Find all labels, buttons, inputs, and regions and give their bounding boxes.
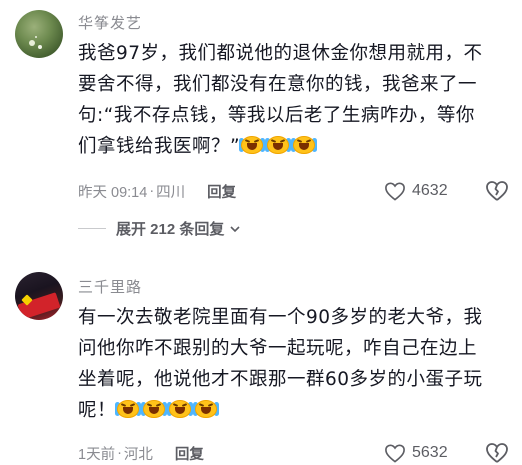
- broken-heart-icon[interactable]: [485, 179, 509, 203]
- comment-line: 呢！: [78, 400, 117, 421]
- comment-time: 昨天 09:14: [78, 184, 148, 201]
- comment-text: 有一次去敬老院里面有一个90多岁的老大爷，我 问他你咋不跟别的大爷一起玩呢，咋自…: [78, 302, 510, 426]
- comment-time: 1天前: [78, 446, 116, 463]
- expand-divider: [78, 228, 106, 229]
- heart-outline-icon: [385, 182, 405, 201]
- comment-username[interactable]: 三千里路: [78, 276, 142, 297]
- crying-laughing-emoji: [115, 398, 142, 420]
- reply-button[interactable]: 回复: [175, 443, 204, 464]
- emoji-group: [239, 134, 318, 157]
- like-count: 5632: [412, 444, 448, 461]
- comment-line: 我爸97岁，我们都说他的退休金你想用就用，不: [78, 43, 483, 64]
- comment-line: 有一次去敬老院里面有一个90多岁的老大爷，我: [78, 307, 483, 328]
- crying-laughing-emoji: [167, 398, 194, 420]
- comment-meta: 昨天 09:14 · 四川 回复: [78, 180, 236, 202]
- chevron-down-icon: [230, 225, 240, 232]
- heart-outline-icon: [385, 444, 405, 463]
- comment-text: 我爸97岁，我们都说他的退休金你想用就用，不 要舍不得，我们都没有在意你的钱，我…: [78, 38, 510, 162]
- comment-line: 坐着呢，他说他才不跟那一群60多岁的小蛋子玩: [78, 369, 483, 390]
- comment-line: 句:“我不存点钱，等我以后老了生病咋办，等你: [78, 105, 475, 126]
- like-count: 4632: [412, 182, 448, 199]
- like-button[interactable]: 5632: [384, 442, 448, 464]
- comment-location: 四川: [156, 184, 186, 201]
- avatar[interactable]: [15, 272, 63, 320]
- comment-item: 华筝发艺 我爸97岁，我们都说他的退休金你想用就用，不 要舍不得，我们都没有在意…: [0, 0, 522, 252]
- comment-location: 河北: [123, 446, 153, 463]
- expand-replies-button[interactable]: 展开 212 条回复: [78, 218, 242, 239]
- broken-heart-icon[interactable]: [485, 441, 509, 465]
- crying-laughing-emoji: [291, 134, 318, 156]
- comment-meta: 1天前 · 河北 回复: [78, 442, 204, 464]
- expand-label: 展开 212 条回复: [116, 221, 225, 238]
- comment-line-last: 们拿钱给我医啊？”: [78, 131, 510, 162]
- avatar-image: [29, 40, 35, 46]
- meta-separator: ·: [117, 445, 122, 461]
- meta-separator: ·: [149, 183, 155, 199]
- avatar[interactable]: [15, 10, 63, 58]
- comment-username[interactable]: 华筝发艺: [78, 12, 142, 33]
- comment-line: 要舍不得，我们都没有在意你的钱，我爸来了一: [78, 74, 478, 95]
- emoji-group: [115, 398, 220, 421]
- crying-laughing-emoji: [141, 398, 168, 420]
- crying-laughing-emoji: [193, 398, 220, 420]
- comment-line: 问他你咋不跟别的大爷一起玩呢，咋自己在边上: [78, 338, 478, 359]
- like-button[interactable]: 4632: [384, 180, 448, 202]
- reply-button[interactable]: 回复: [207, 181, 236, 202]
- comment-line-last: 呢！: [78, 395, 510, 426]
- crying-laughing-emoji: [239, 134, 266, 156]
- crying-laughing-emoji: [265, 134, 292, 156]
- comment-item: 三千里路 有一次去敬老院里面有一个90多岁的老大爷，我 问他你咋不跟别的大爷一起…: [0, 262, 522, 465]
- comment-line: 们拿钱给我医啊？”: [78, 136, 241, 157]
